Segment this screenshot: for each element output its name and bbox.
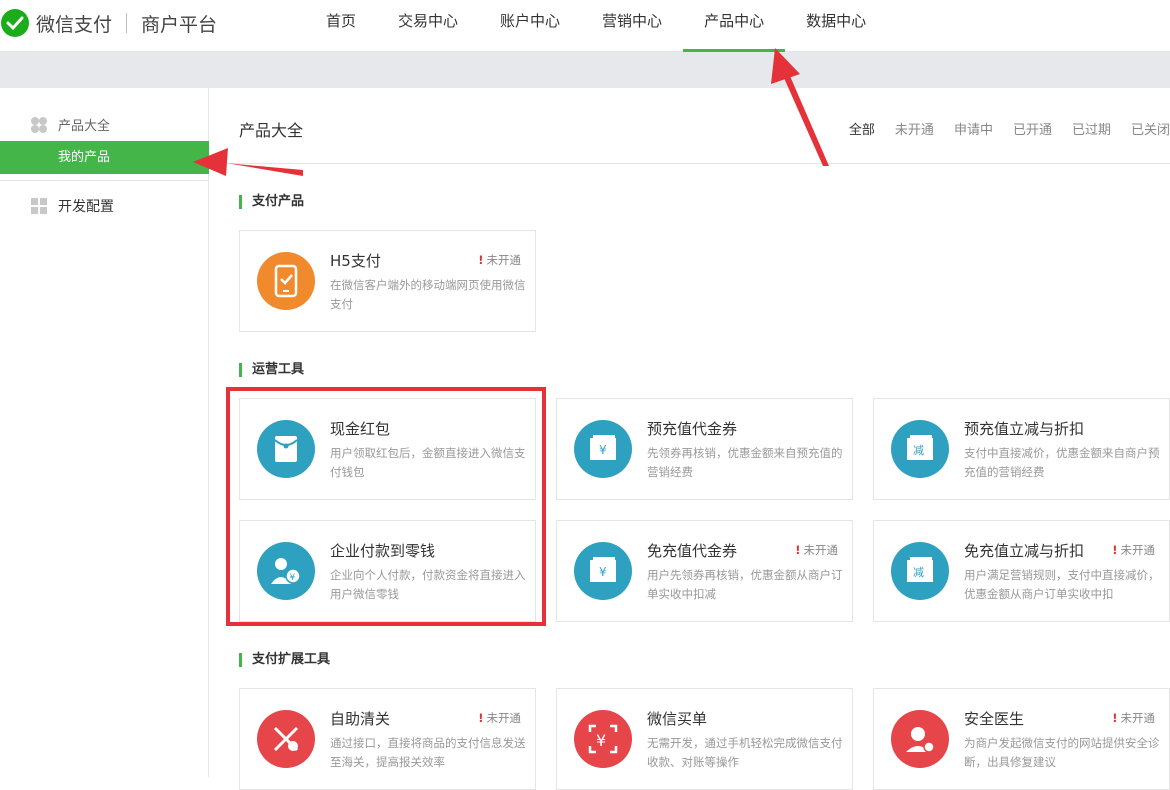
sub-header-bar: [0, 52, 1170, 88]
alert-icon: !: [1112, 543, 1118, 557]
alert-icon: !: [1112, 711, 1118, 725]
card-status: ! 未开通: [1112, 542, 1155, 558]
discount-icon: 减: [907, 557, 933, 582]
filter-expired[interactable]: 已过期: [1072, 119, 1111, 138]
svg-text:减: 减: [913, 444, 924, 457]
card-description: 用户先领券再核销，优惠金额从商户订单实收中扣减: [647, 568, 843, 601]
svg-text:¥: ¥: [599, 443, 607, 457]
sidebar-group-label: 产品大全: [58, 119, 111, 134]
product-card-prepaid-coupon[interactable]: ¥ 预充值代金券 先领券再核销，优惠金额来自预充值的营销经费: [556, 398, 853, 500]
card-description: 支付中直接减价，优惠金额来自商户预充值的营销经费: [964, 446, 1160, 479]
card-icon-circle: 减: [891, 542, 949, 600]
page-title: 产品大全: [239, 121, 304, 140]
sidebar-divider: [0, 180, 209, 181]
card-description: 通过接口，直接将商品的支付信息发送至海关，提高报关效率: [330, 736, 526, 769]
svg-text:减: 减: [913, 566, 924, 579]
sidebar-item-my-products[interactable]: 我的产品: [0, 141, 209, 174]
main-header: 产品大全 全部 未开通 申请中 已开通 已过期 已关闭: [210, 88, 1170, 164]
grid-icon: [31, 198, 47, 214]
card-status: ! 未开通: [478, 710, 521, 726]
card-description: 无需开发，通过手机轻松完成微信支付收款、对账等操作: [647, 736, 843, 769]
clover-icon: [31, 116, 47, 133]
nav-home[interactable]: 首页: [305, 0, 377, 52]
status-filters: 全部 未开通 申请中 已开通 已过期 已关闭: [829, 119, 1170, 138]
section-title-operation-tools: 运营工具: [239, 363, 304, 377]
product-card-free-discount[interactable]: 减 免充值立减与折扣 ! 未开通 用户满足营销规则，支付中直接减价，优惠金额从商户…: [873, 520, 1170, 622]
card-icon-circle: [257, 710, 315, 768]
logo[interactable]: 微信支付 商户平台: [0, 8, 217, 38]
status-text: 未开通: [486, 711, 522, 725]
sidebar: 产品大全 我的产品 开发配置: [0, 88, 209, 777]
svg-text:¥: ¥: [599, 565, 607, 579]
discount-icon: 减: [907, 435, 933, 460]
status-text: 未开通: [1120, 543, 1156, 557]
logo-divider: [126, 13, 128, 33]
alert-icon: !: [478, 711, 484, 725]
card-description: 先领券再核销，优惠金额来自预充值的营销经费: [647, 446, 843, 479]
card-icon-circle: [257, 252, 315, 310]
coupon-icon: ¥: [590, 557, 616, 582]
nav-product-center[interactable]: 产品中心: [683, 0, 786, 52]
alert-icon: !: [795, 543, 801, 557]
card-title: 免充值立减与折扣: [964, 542, 1085, 560]
card-icon-circle: 减: [891, 420, 949, 478]
product-card-prepaid-discount[interactable]: 减 预充值立减与折扣 支付中直接减价，优惠金额来自商户预充值的营销经费: [873, 398, 1170, 500]
brand-name: 微信支付: [36, 13, 113, 36]
security-doctor-icon: [906, 727, 935, 753]
product-card-free-coupon[interactable]: ¥ 免充值代金券 ! 未开通 用户先领券再核销，优惠金额从商户订单实收中扣减: [556, 520, 853, 622]
status-text: 未开通: [486, 253, 522, 267]
card-title: 预充值立减与折扣: [964, 420, 1085, 438]
sidebar-dev-label: 开发配置: [58, 199, 114, 215]
card-status: ! 未开通: [1112, 710, 1155, 726]
card-title: 免充值代金券: [647, 542, 738, 560]
filter-closed[interactable]: 已关闭: [1131, 119, 1170, 138]
card-title: 预充值代金券: [647, 420, 738, 438]
card-title: 微信买单: [647, 710, 708, 728]
status-text: 未开通: [1120, 711, 1156, 725]
card-status: ! 未开通: [795, 542, 838, 558]
product-card-customs-clearance[interactable]: 自助清关 ! 未开通 通过接口，直接将商品的支付信息发送至海关，提高报关效率: [239, 688, 536, 790]
status-text: 未开通: [803, 543, 839, 557]
nav-data-center[interactable]: 数据中心: [785, 0, 887, 52]
card-description: 为商户发起微信支付的网站提供安全诊断，出具修复建议: [964, 736, 1160, 769]
highlight-box: [226, 387, 546, 626]
card-title: H5支付: [330, 252, 381, 270]
card-icon-circle: ¥: [574, 542, 632, 600]
card-icon-circle: ¥: [574, 420, 632, 478]
filter-all[interactable]: 全部: [849, 119, 875, 138]
card-status: ! 未开通: [478, 252, 521, 268]
product-card-h5-pay[interactable]: H5支付 ! 未开通 在微信客户端外的移动端网页使用微信支付: [239, 230, 536, 332]
card-title: 自助清关: [330, 710, 391, 728]
coupon-icon: ¥: [590, 435, 616, 460]
nav-trade-center[interactable]: 交易中心: [377, 0, 479, 52]
nav-account-center[interactable]: 账户中心: [479, 0, 581, 52]
product-card-wechat-checkout[interactable]: ¥ 微信买单 无需开发，通过手机轻松完成微信支付收款、对账等操作: [556, 688, 853, 790]
svg-text:¥: ¥: [596, 731, 606, 750]
card-description: 用户满足营销规则，支付中直接减价，优惠金额从商户订单实收中扣: [964, 568, 1160, 601]
card-title: 安全医生: [964, 710, 1025, 728]
sidebar-item-dev-config[interactable]: 开发配置: [30, 196, 114, 216]
customs-icon: [273, 726, 299, 752]
filter-opened[interactable]: 已开通: [1013, 119, 1052, 138]
card-icon-circle: ¥: [574, 710, 632, 768]
section-title-payment-products: 支付产品: [239, 195, 304, 209]
filter-not-opened[interactable]: 未开通: [895, 119, 934, 138]
nav-marketing-center[interactable]: 营销中心: [581, 0, 683, 52]
product-card-security-doctor[interactable]: 安全医生 ! 未开通 为商户发起微信支付的网站提供安全诊断，出具修复建议: [873, 688, 1170, 790]
section-title-payment-extension-tools: 支付扩展工具: [239, 653, 330, 667]
card-description: 在微信客户端外的移动端网页使用微信支付: [330, 278, 526, 311]
scan-pay-icon: ¥: [588, 724, 618, 754]
wechat-pay-logo-icon: [1, 9, 29, 37]
main-nav: 首页 交易中心 账户中心 营销中心 产品中心 数据中心: [305, 0, 887, 52]
top-bar: 微信支付 商户平台 首页 交易中心 账户中心 营销中心 产品中心 数据中心: [0, 0, 1170, 52]
brand-subtitle: 商户平台: [141, 13, 218, 36]
sidebar-group-products[interactable]: 产品大全: [30, 115, 110, 134]
phone-icon: [274, 264, 298, 298]
card-icon-circle: [891, 710, 949, 768]
alert-icon: !: [478, 253, 484, 267]
filter-applying[interactable]: 申请中: [954, 119, 993, 138]
